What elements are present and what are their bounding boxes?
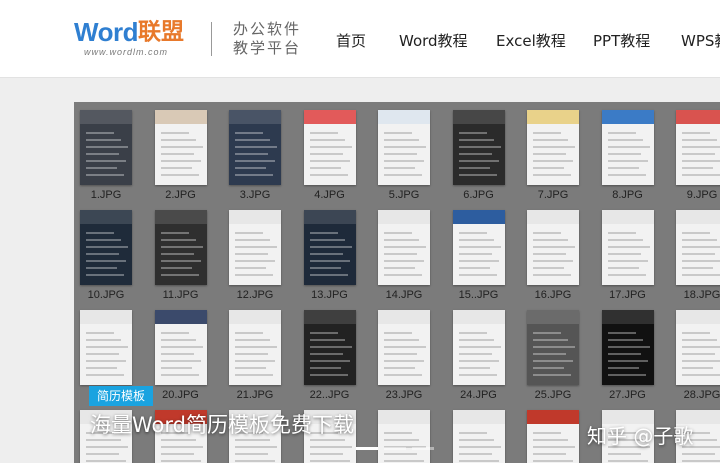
resume-thumbnail[interactable] [378,310,430,385]
nav-word-tutorial[interactable]: Word教程 [399,30,468,51]
thumbnail-caption: 25.JPG [534,389,572,401]
nav-wps-tutorial[interactable]: WPS教程 [681,30,720,51]
thumbnail-caption: 5.JPG [388,189,420,201]
banner-title[interactable]: 海量Word简历模板免费下载 [90,409,354,439]
category-badge[interactable]: 简历模板 [89,386,154,406]
thumbnail-caption: 13.JPG [311,289,348,301]
site-logo[interactable]: Word 联盟 www.wordlm.com [74,16,194,58]
logo-cn-text: 联盟 [138,19,184,45]
resume-thumbnail[interactable] [452,310,505,385]
header-divider [211,22,212,56]
resume-thumbnail[interactable] [601,210,654,285]
resume-thumbnail[interactable] [452,410,505,463]
resume-thumbnail[interactable] [378,110,430,185]
slogan-line-2: 教学平台 [233,39,302,57]
carousel-dot[interactable] [412,447,434,450]
thumbnail-caption: 27.JPG [609,389,646,401]
thumbnail-caption: 7.JPG [537,189,569,201]
resume-thumbnail[interactable] [527,210,579,285]
resume-thumbnail[interactable] [452,110,505,185]
resume-thumbnail[interactable] [527,410,579,463]
resume-thumbnail[interactable] [601,310,654,385]
thumbnail-caption: 6.JPG [463,189,494,201]
thumbnail-caption: 15..JPG [458,289,499,301]
thumbnail-caption: 21.JPG [236,389,274,401]
thumbnail-caption: 18.JPG [683,289,720,301]
carousel-dot[interactable] [356,447,378,450]
resume-thumbnail[interactable] [378,210,430,285]
thumbnail-caption: 17.JPG [609,289,646,301]
resume-thumbnail[interactable] [378,410,430,463]
resume-thumbnail[interactable] [154,310,207,385]
resume-thumbnail[interactable] [229,310,281,385]
resume-thumbnail[interactable] [303,210,356,285]
thumbnail-caption: 10.JPG [87,289,125,301]
resume-thumbnail[interactable] [452,210,505,285]
logo-url-text: www.wordlm.com [84,47,169,57]
thumbnail-caption: 28.JPG [683,389,720,401]
thumbnail-caption: 16.JPG [534,289,572,301]
thumbnail-caption: 22..JPG [309,389,350,401]
thumbnail-caption: 3.JPG [239,189,271,201]
nav-ppt-tutorial[interactable]: PPT教程 [593,30,650,51]
resume-thumbnail[interactable] [229,110,281,185]
resume-thumbnail[interactable] [229,210,281,285]
resume-thumbnail[interactable] [676,310,720,385]
thumbnail-caption: 14.JPG [385,289,423,301]
site-slogan: 办公软件 教学平台 [233,20,301,58]
slogan-line-1: 办公软件 [233,20,302,38]
resume-thumbnail[interactable] [676,110,720,185]
resume-thumbnail[interactable] [303,310,356,385]
nav-home[interactable]: 首页 [336,30,366,51]
thumbnail-caption: 24.JPG [460,389,497,401]
resume-thumbnail[interactable] [527,110,579,185]
resume-thumbnail[interactable] [601,110,654,185]
thumbnail-caption: 11.JPG [162,289,199,301]
resume-thumbnail[interactable] [154,110,207,185]
thumbnail-caption: 2.JPG [165,189,196,201]
thumbnail-caption: 23.JPG [385,389,423,401]
zhihu-watermark: 知乎 @子歌 [587,424,694,448]
carousel-dot[interactable] [384,447,406,450]
logo-word-text: Word [74,17,138,47]
resume-thumbnail[interactable] [527,310,579,385]
resume-thumbnail[interactable] [303,110,356,185]
resume-thumbnail[interactable] [80,210,132,285]
banner-carousel[interactable]: 1.JPG 2.JPG 3.JPG 4.JPG 5.JPG 6.JPG 7.JPG 8.JPG… [74,102,720,463]
thumbnail-caption: 12.JPG [236,289,274,301]
resume-thumbnail[interactable] [80,110,132,185]
thumbnail-caption: 4.JPG [314,189,345,201]
resume-thumbnail[interactable] [80,310,132,385]
thumbnail-caption: 8.JPG [612,189,643,201]
resume-thumbnail[interactable] [676,210,720,285]
thumbnail-caption: 1.JPG [90,189,122,201]
site-header: Word 联盟 www.wordlm.com 办公软件 教学平台 首页 Word… [0,0,720,78]
thumbnail-caption: 9.JPG [686,189,718,201]
resume-thumbnail[interactable] [154,210,207,285]
nav-excel-tutorial[interactable]: Excel教程 [496,30,566,51]
